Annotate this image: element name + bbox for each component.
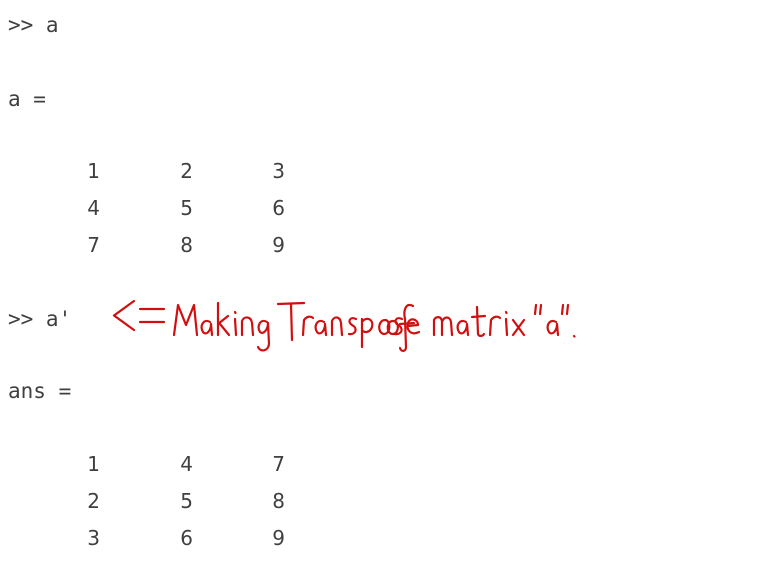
matrix-cell: 1 [87,159,100,183]
matrix-cell: 9 [272,233,285,257]
matrix-cell: 4 [87,196,100,220]
matrix-row: 4 5 6 [0,195,320,221]
output-header-a: a = [8,87,46,111]
matrix-row: 1 4 7 [0,451,320,477]
double-left-arrow-icon [112,299,166,332]
matrix-row: 3 6 9 [0,525,320,551]
matrix-cell: 4 [180,452,193,476]
matrix-cell: 2 [180,159,193,183]
matrix-cell: 6 [180,526,193,550]
command-window[interactable]: >> a a = 1 2 3 4 5 6 7 8 9 >> a' ans = 1… [0,0,772,563]
matrix-cell: 6 [272,196,285,220]
matrix-row: 1 2 3 [0,158,320,184]
handwritten-annotation [104,292,584,372]
command-line-1: >> a [8,13,59,37]
matrix-cell: 9 [272,526,285,550]
matrix-cell: 7 [272,452,285,476]
matrix-cell: 3 [87,526,100,550]
matrix-cell: 2 [87,489,100,513]
matrix-row: 7 8 9 [0,232,320,258]
matrix-cell: 8 [272,489,285,513]
matrix-cell: 3 [272,159,285,183]
matrix-cell: 1 [87,452,100,476]
matrix-cell: 5 [180,489,193,513]
matrix-cell: 8 [180,233,193,257]
handwritten-note [112,299,576,352]
output-header-ans: ans = [8,379,72,403]
command-line-2: >> a' [8,307,72,331]
matrix-cell: 5 [180,196,193,220]
matrix-row: 2 5 8 [0,488,320,514]
matrix-cell: 7 [87,233,100,257]
